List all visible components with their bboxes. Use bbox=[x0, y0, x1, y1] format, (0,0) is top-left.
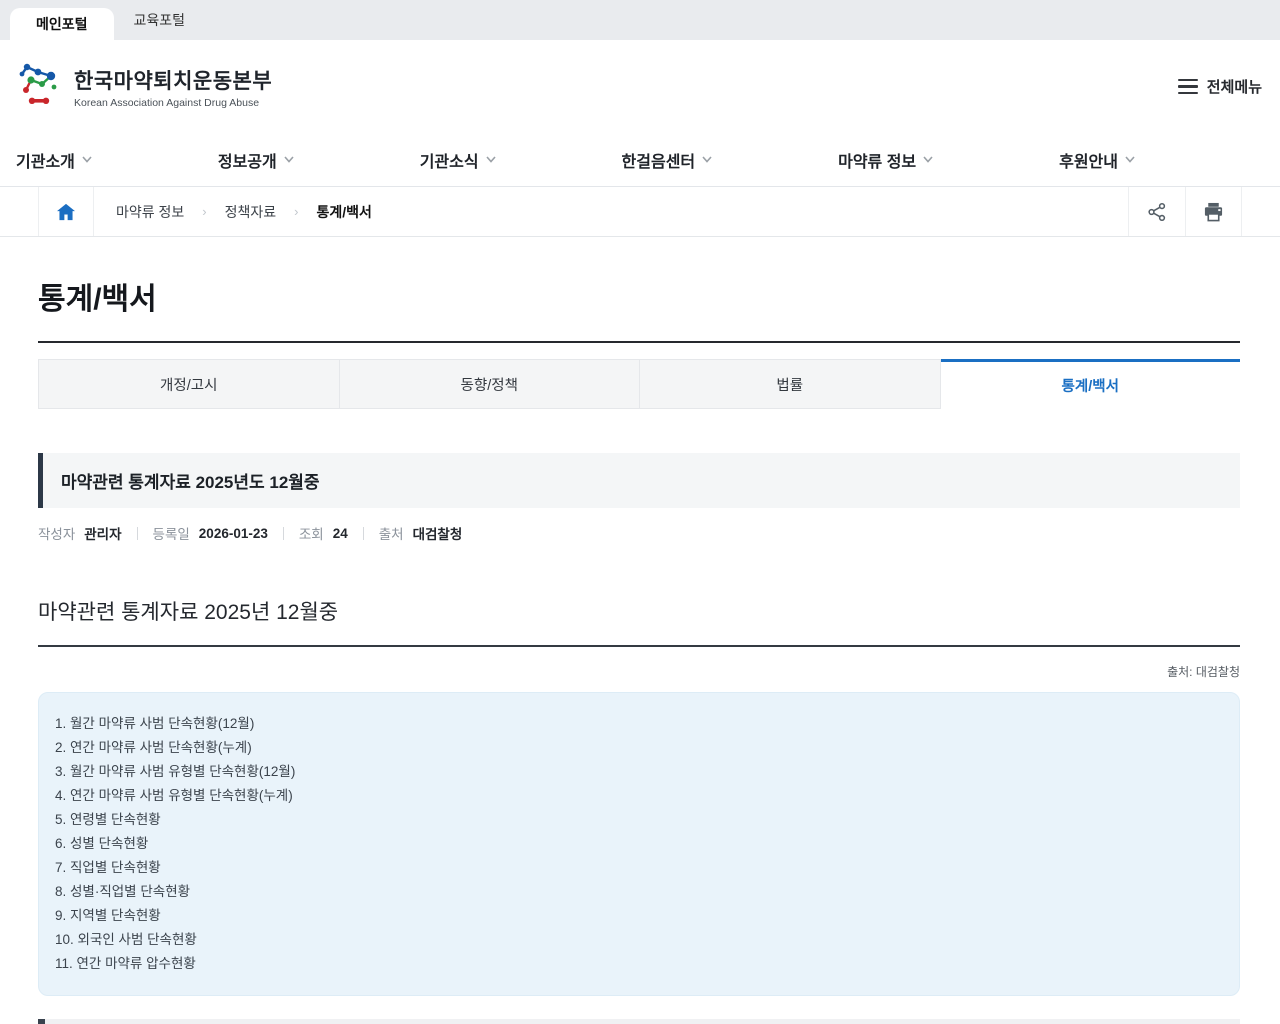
hamburger-icon bbox=[1178, 79, 1198, 95]
logo-molecule-icon bbox=[18, 59, 64, 114]
toc-item: 2. 연간 마약류 사범 단속현황(누계) bbox=[55, 736, 1223, 760]
meta-label-date: 등록일 bbox=[153, 523, 190, 543]
meta-value-views: 24 bbox=[333, 526, 348, 541]
breadcrumb-separator: › bbox=[294, 204, 298, 219]
post-title-bar: 마약관련 통계자료 2025년도 12월중 bbox=[38, 453, 1240, 508]
source-note: 출처: 대검찰청 bbox=[38, 663, 1240, 680]
portal-bar: 메인포털 교육포털 bbox=[0, 0, 1280, 40]
nav-item-label: 기관소식 bbox=[420, 148, 479, 172]
logo-text: 한국마약퇴치운동본부 Korean Association Against Dr… bbox=[74, 65, 272, 109]
breadcrumb-item[interactable]: 정책자료 bbox=[225, 202, 277, 222]
nav-item-disclosure[interactable]: 정보공개 bbox=[218, 148, 294, 172]
portal-tab-main[interactable]: 메인포털 bbox=[10, 8, 114, 40]
chevron-down-icon bbox=[1125, 156, 1135, 163]
toc-item: 6. 성별 단속현황 bbox=[55, 832, 1223, 856]
chevron-down-icon bbox=[486, 156, 496, 163]
toc-item: 10. 외국인 사범 단속현황 bbox=[55, 928, 1223, 952]
toc-item: 8. 성별·직업별 단속현황 bbox=[55, 880, 1223, 904]
breadcrumb-item[interactable]: 마약류 정보 bbox=[116, 202, 184, 222]
meta-value-date: 2026-01-23 bbox=[199, 526, 268, 541]
share-icon bbox=[1147, 202, 1167, 222]
chevron-down-icon bbox=[284, 156, 294, 163]
chevron-down-icon bbox=[82, 156, 92, 163]
chevron-down-icon bbox=[702, 156, 712, 163]
breadcrumb: 마약류 정보 › 정책자료 › 통계/백서 bbox=[94, 187, 372, 236]
next-section-sliver bbox=[38, 1019, 1240, 1024]
all-menu-button[interactable]: 전체메뉴 bbox=[1178, 76, 1262, 97]
logo-title: 한국마약퇴치운동본부 bbox=[74, 65, 272, 95]
meta-label-views: 조회 bbox=[299, 523, 324, 543]
home-button[interactable] bbox=[38, 187, 94, 236]
meta-separator bbox=[363, 527, 364, 540]
breadcrumb-separator: › bbox=[202, 204, 206, 219]
nav-item-label: 마약류 정보 bbox=[838, 148, 916, 172]
statistics-toc-box: 1. 월간 마약류 사범 단속현황(12월) 2. 연간 마약류 사범 단속현황… bbox=[38, 692, 1240, 996]
page-title: 통계/백서 bbox=[38, 274, 1240, 318]
tab-law[interactable]: 법률 bbox=[639, 359, 941, 409]
body-divider bbox=[38, 645, 1240, 647]
logo-subtitle: Korean Association Against Drug Abuse bbox=[74, 97, 272, 109]
nav-item-label: 기관소개 bbox=[16, 148, 75, 172]
print-button[interactable] bbox=[1185, 187, 1242, 236]
tab-trend-policy[interactable]: 동향/정책 bbox=[339, 359, 640, 409]
tab-revision-notice[interactable]: 개정/고시 bbox=[38, 359, 339, 409]
toc-item: 11. 연간 마약류 압수현황 bbox=[55, 952, 1223, 976]
nav-item-drug-info[interactable]: 마약류 정보 bbox=[838, 148, 933, 172]
content-area: 통계/백서 개정/고시 동향/정책 법률 통계/백서 마약관련 통계자료 202… bbox=[0, 274, 1280, 996]
main-nav: 기관소개 정보공개 기관소식 한걸음센터 마약류 정보 후원안내 bbox=[0, 133, 1280, 187]
home-icon bbox=[56, 203, 76, 221]
meta-separator bbox=[283, 527, 284, 540]
nav-item-center[interactable]: 한걸음센터 bbox=[622, 148, 713, 172]
title-divider bbox=[38, 341, 1240, 343]
toc-item: 9. 지역별 단속현황 bbox=[55, 904, 1223, 928]
meta-value-source: 대검찰청 bbox=[413, 523, 463, 543]
chevron-down-icon bbox=[923, 156, 933, 163]
meta-label-author: 작성자 bbox=[38, 523, 75, 543]
post-meta: 작성자 관리자 등록일 2026-01-23 조회 24 출처 대검찰청 bbox=[38, 523, 1240, 543]
content-tabset: 개정/고시 동향/정책 법률 통계/백서 bbox=[38, 359, 1240, 409]
toc-item: 1. 월간 마약류 사범 단속현황(12월) bbox=[55, 712, 1223, 736]
toc-item: 7. 직업별 단속현황 bbox=[55, 856, 1223, 880]
nav-item-news[interactable]: 기관소식 bbox=[420, 148, 496, 172]
toc-item: 4. 연간 마약류 사범 유형별 단속현황(누계) bbox=[55, 784, 1223, 808]
share-button[interactable] bbox=[1128, 187, 1185, 236]
nav-item-support[interactable]: 후원안내 bbox=[1059, 148, 1135, 172]
all-menu-label: 전체메뉴 bbox=[1207, 76, 1262, 97]
toc-item: 5. 연령별 단속현황 bbox=[55, 808, 1223, 832]
toc-item: 3. 월간 마약류 사범 유형별 단속현황(12월) bbox=[55, 760, 1223, 784]
nav-item-label: 정보공개 bbox=[218, 148, 277, 172]
nav-item-about[interactable]: 기관소개 bbox=[16, 148, 92, 172]
nav-item-label: 후원안내 bbox=[1059, 148, 1118, 172]
meta-label-source: 출처 bbox=[379, 523, 404, 543]
print-icon bbox=[1203, 202, 1224, 222]
breadcrumb-current: 통계/백서 bbox=[317, 202, 372, 222]
meta-value-author: 관리자 bbox=[84, 523, 121, 543]
portal-tab-education[interactable]: 교육포털 bbox=[114, 4, 206, 36]
breadcrumb-bar: 마약류 정보 › 정책자료 › 통계/백서 bbox=[0, 187, 1280, 237]
article-body-heading: 마약관련 통계자료 2025년 12월중 bbox=[38, 596, 1240, 626]
meta-separator bbox=[137, 527, 138, 540]
site-header: 한국마약퇴치운동본부 Korean Association Against Dr… bbox=[0, 40, 1280, 133]
site-logo[interactable]: 한국마약퇴치운동본부 Korean Association Against Dr… bbox=[18, 59, 272, 114]
nav-item-label: 한걸음센터 bbox=[622, 148, 696, 172]
tab-statistics-whitepaper[interactable]: 통계/백서 bbox=[941, 359, 1241, 409]
post-title: 마약관련 통계자료 2025년도 12월중 bbox=[61, 473, 320, 492]
